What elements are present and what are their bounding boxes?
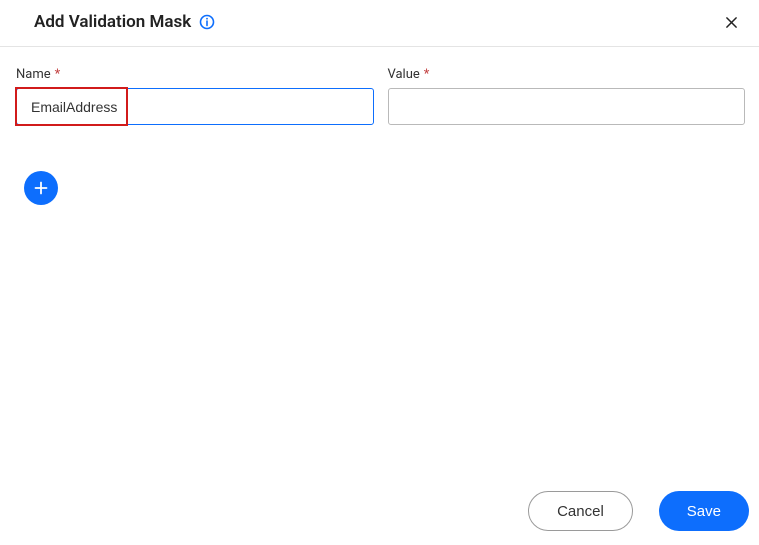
value-label: Value * xyxy=(388,67,746,82)
name-input[interactable] xyxy=(16,88,374,125)
cancel-button[interactable]: Cancel xyxy=(528,491,633,531)
close-button[interactable] xyxy=(719,10,743,34)
dialog-title: Add Validation Mask xyxy=(34,12,191,32)
required-marker: * xyxy=(424,67,430,82)
name-field: Name * xyxy=(16,67,374,125)
plus-icon xyxy=(33,180,49,196)
add-button[interactable] xyxy=(24,171,58,205)
name-input-wrapper xyxy=(16,88,374,125)
value-label-text: Value xyxy=(388,67,420,82)
dialog-header: Add Validation Mask xyxy=(0,0,759,47)
header-left: Add Validation Mask xyxy=(34,12,215,32)
save-button[interactable]: Save xyxy=(659,491,749,531)
dialog-body: Name * Value * xyxy=(0,47,759,125)
name-label: Name * xyxy=(16,67,374,82)
name-label-text: Name xyxy=(16,67,51,82)
info-icon[interactable] xyxy=(199,14,215,30)
dialog-footer: Cancel Save xyxy=(528,491,749,531)
value-input[interactable] xyxy=(388,88,746,125)
required-marker: * xyxy=(55,67,61,82)
value-field: Value * xyxy=(388,67,746,125)
close-icon xyxy=(725,16,738,29)
